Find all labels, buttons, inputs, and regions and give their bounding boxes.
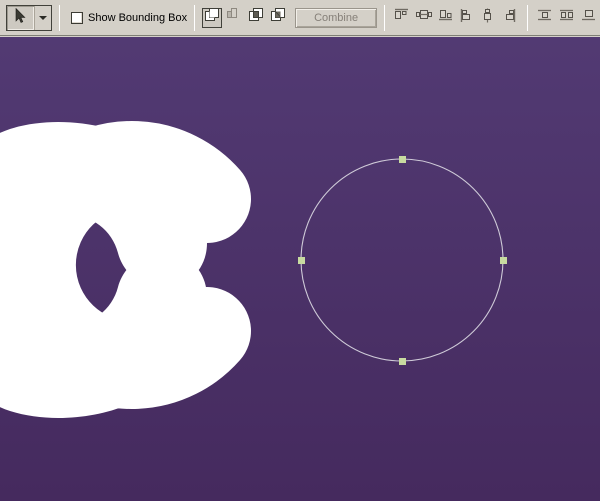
selection-tool-button[interactable] bbox=[7, 6, 35, 30]
align-vertical-center-icon bbox=[480, 8, 496, 28]
distribute-top-button[interactable] bbox=[535, 8, 555, 28]
control-toolbar: Show Bounding Box bbox=[0, 0, 600, 36]
anchor-point-right[interactable] bbox=[500, 257, 507, 264]
minus-front-icon-button[interactable] bbox=[224, 8, 244, 28]
show-bounding-box-label: Show Bounding Box bbox=[88, 12, 187, 24]
align-horizontal-group bbox=[392, 8, 456, 28]
distribute-top-icon bbox=[537, 8, 553, 28]
exclude-icon bbox=[271, 8, 286, 28]
unite-icon-button[interactable] bbox=[202, 8, 222, 28]
application-window: Show Bounding Box bbox=[0, 0, 600, 501]
intersect-icon bbox=[249, 8, 264, 28]
ellipse-path[interactable] bbox=[301, 159, 503, 361]
align-right-button[interactable] bbox=[436, 8, 456, 28]
distribute-bottom-icon bbox=[581, 8, 597, 28]
pathfinder-group bbox=[202, 8, 288, 28]
toolbar-separator-1 bbox=[59, 5, 60, 31]
align-top-button[interactable] bbox=[456, 8, 476, 28]
show-bounding-box-checkbox[interactable]: Show Bounding Box bbox=[71, 12, 187, 24]
toolbar-separator-2 bbox=[194, 5, 195, 31]
toolbar-separator-4 bbox=[527, 5, 528, 31]
chevron-down-icon bbox=[39, 16, 47, 20]
anchor-point-left[interactable] bbox=[298, 257, 305, 264]
align-horizontal-center-icon bbox=[416, 8, 432, 28]
align-vertical-center-button[interactable] bbox=[478, 8, 498, 28]
anchor-point-bottom[interactable] bbox=[399, 358, 406, 365]
selection-tool-dropdown[interactable] bbox=[35, 6, 51, 30]
toolbar-separator-3 bbox=[384, 5, 385, 31]
minus-front-icon bbox=[227, 8, 242, 28]
anchor-point-top[interactable] bbox=[399, 156, 406, 163]
unite-icon bbox=[205, 8, 220, 28]
artboard-canvas[interactable] bbox=[0, 37, 600, 501]
align-bottom-icon bbox=[502, 8, 518, 28]
align-bottom-button[interactable] bbox=[500, 8, 520, 28]
align-vertical-group bbox=[456, 8, 520, 28]
selection-tool-combo[interactable] bbox=[6, 5, 52, 31]
selection-arrow-icon bbox=[15, 8, 26, 28]
distribute-bottom-button[interactable] bbox=[579, 8, 599, 28]
align-left-icon bbox=[394, 8, 410, 28]
exclude-icon-button[interactable] bbox=[268, 8, 288, 28]
align-horizontal-center-button[interactable] bbox=[414, 8, 434, 28]
distribute-vertical-center-button[interactable] bbox=[557, 8, 577, 28]
distribute-group bbox=[535, 8, 600, 28]
align-left-button[interactable] bbox=[392, 8, 412, 28]
align-right-icon bbox=[438, 8, 454, 28]
align-top-icon bbox=[458, 8, 474, 28]
distribute-vertical-center-icon bbox=[559, 8, 575, 28]
checkbox-box-icon[interactable] bbox=[71, 12, 83, 24]
intersect-icon-button[interactable] bbox=[246, 8, 266, 28]
combine-button[interactable]: Combine bbox=[295, 8, 377, 28]
